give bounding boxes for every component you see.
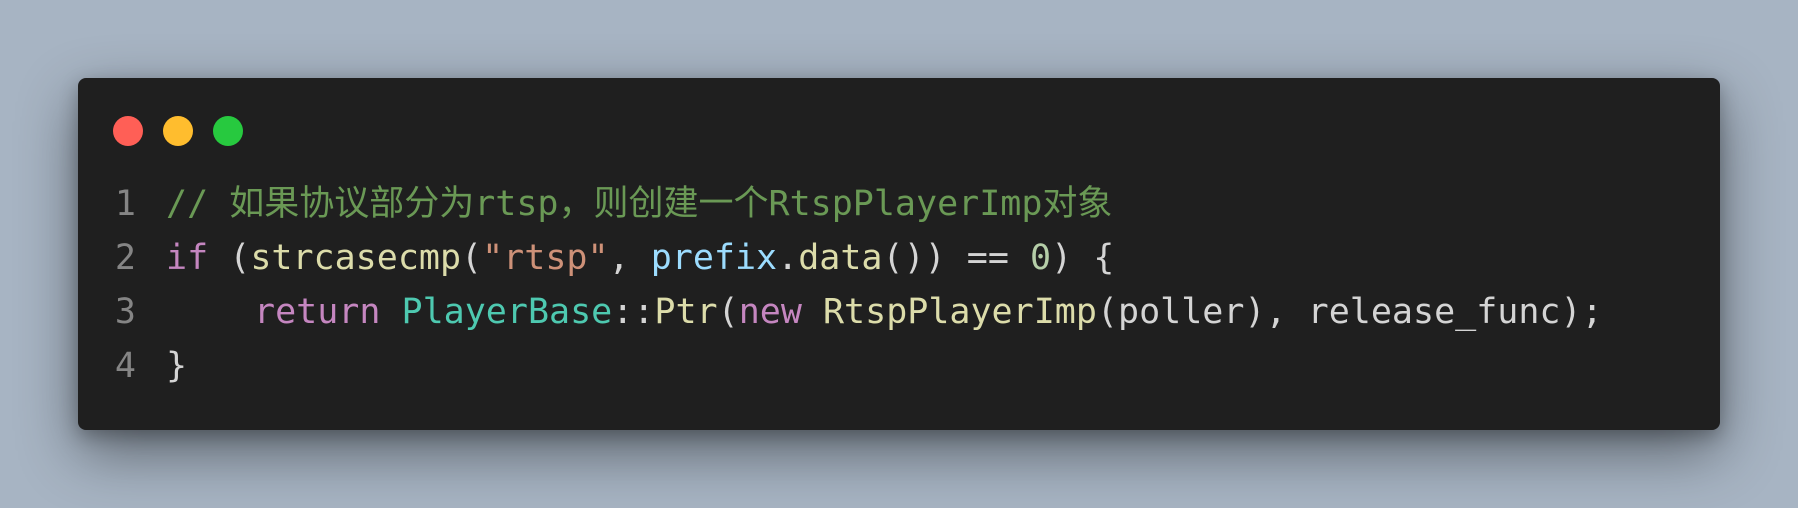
line-number: 3	[114, 292, 136, 332]
line-number: 4	[114, 346, 136, 386]
keyword-if: if	[166, 238, 209, 278]
string-rtsp: "rtsp"	[482, 238, 609, 278]
function-strcasecmp: strcasecmp	[250, 238, 462, 278]
function-data: data	[798, 238, 883, 278]
close-dot-icon[interactable]	[113, 116, 143, 146]
type-playerbase: PlayerBase	[401, 292, 613, 332]
code-line-2: 2 if (strcasecmp("rtsp", prefix.data()) …	[78, 231, 1720, 285]
keyword-new: new	[738, 292, 802, 332]
maximize-dot-icon[interactable]	[213, 116, 243, 146]
code-line-4: 4 }	[78, 339, 1720, 393]
keyword-return: return	[254, 292, 381, 332]
code-line-1: 1 // 如果协议部分为rtsp，则创建一个RtspPlayerImp对象	[78, 177, 1720, 231]
code-window: 1 // 如果协议部分为rtsp，则创建一个RtspPlayerImp对象 2 …	[78, 78, 1720, 430]
code-comment: // 如果协议部分为rtsp，则创建一个RtspPlayerImp对象	[166, 184, 1113, 224]
variable-prefix: prefix	[650, 238, 778, 278]
closing-brace: }	[166, 346, 188, 386]
function-ptr: Ptr	[654, 292, 718, 332]
number-zero: 0	[1030, 238, 1052, 278]
function-rtspplayerimp: RtspPlayerImp	[822, 292, 1097, 332]
line-number: 1	[114, 184, 136, 224]
window-controls	[113, 116, 243, 146]
minimize-dot-icon[interactable]	[163, 116, 193, 146]
code-block: 1 // 如果协议部分为rtsp，则创建一个RtspPlayerImp对象 2 …	[78, 177, 1720, 393]
line-number: 2	[114, 238, 136, 278]
code-line-3: 3 return PlayerBase::Ptr(new RtspPlayerI…	[78, 285, 1720, 339]
